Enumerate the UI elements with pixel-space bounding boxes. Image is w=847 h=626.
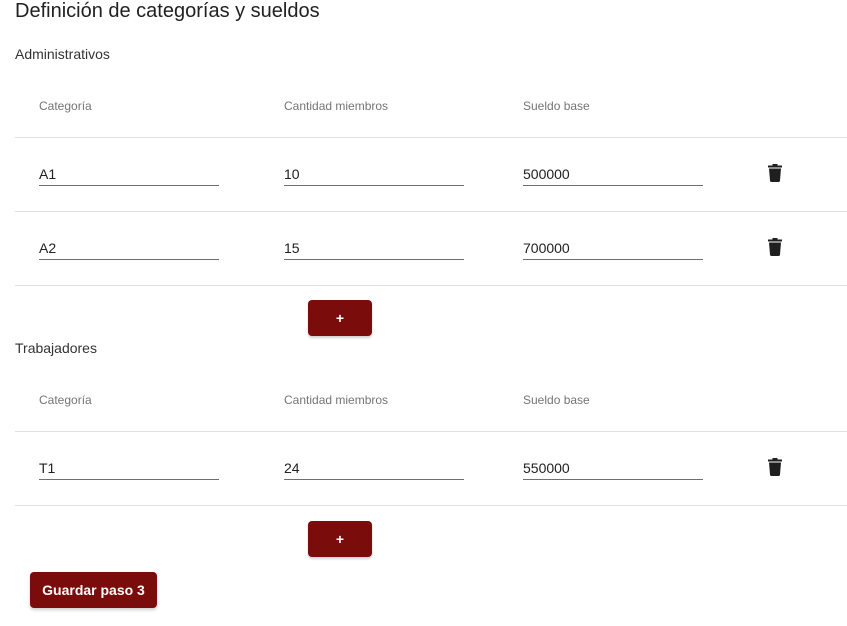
trash-icon <box>768 238 782 256</box>
salary-input[interactable] <box>523 237 703 260</box>
add-administrativo-button[interactable]: + <box>308 300 372 336</box>
section-title-administrativos: Administrativos <box>15 46 110 62</box>
table-row <box>15 138 847 212</box>
members-input[interactable] <box>284 457 464 480</box>
header-members: Cantidad miembros <box>284 393 389 407</box>
header-members: Cantidad miembros <box>284 99 389 113</box>
table-header: Categoría Cantidad miembros Sueldo base <box>15 74 847 138</box>
administrativos-table: Categoría Cantidad miembros Sueldo base <box>15 74 847 286</box>
section-title-trabajadores: Trabajadores <box>15 340 97 356</box>
header-category: Categoría <box>39 99 92 113</box>
salary-input[interactable] <box>523 163 703 186</box>
add-trabajador-button[interactable]: + <box>308 521 372 557</box>
category-input[interactable] <box>39 457 219 480</box>
category-input[interactable] <box>39 237 219 260</box>
save-step-button[interactable]: Guardar paso 3 <box>30 572 157 608</box>
delete-row-button[interactable] <box>764 235 786 259</box>
salary-input[interactable] <box>523 457 703 480</box>
table-header: Categoría Cantidad miembros Sueldo base <box>15 368 847 432</box>
trash-icon <box>768 458 782 476</box>
delete-row-button[interactable] <box>764 455 786 479</box>
header-salary: Sueldo base <box>523 99 590 113</box>
category-input[interactable] <box>39 163 219 186</box>
trash-icon <box>768 164 782 182</box>
header-salary: Sueldo base <box>523 393 590 407</box>
table-row <box>15 432 847 506</box>
header-category: Categoría <box>39 393 92 407</box>
members-input[interactable] <box>284 163 464 186</box>
members-input[interactable] <box>284 237 464 260</box>
trabajadores-table: Categoría Cantidad miembros Sueldo base <box>15 368 847 506</box>
page-title: Definición de categorías y sueldos <box>15 0 320 22</box>
table-row <box>15 212 847 286</box>
delete-row-button[interactable] <box>764 161 786 185</box>
